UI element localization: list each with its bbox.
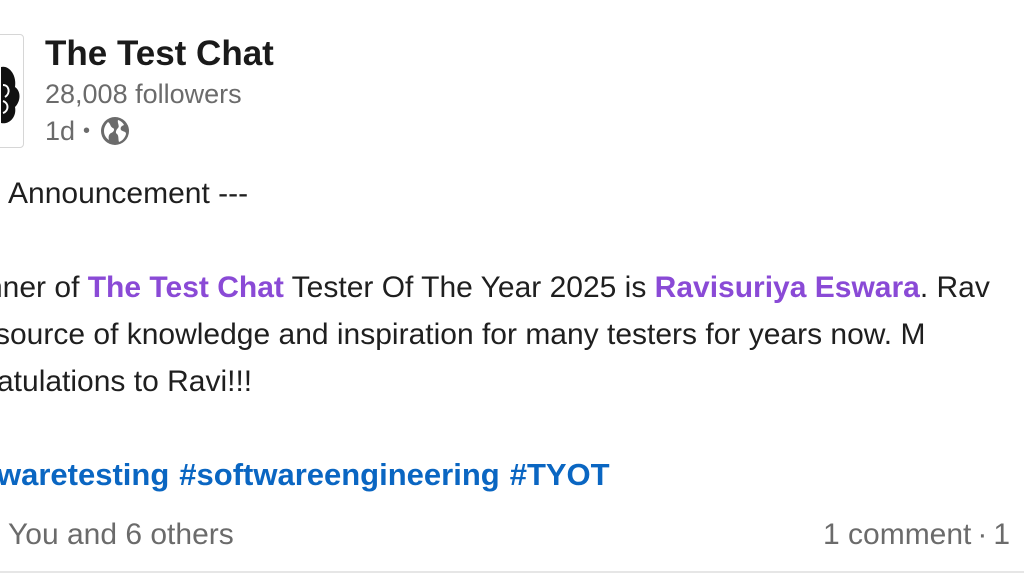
hashtag-link[interactable]: waretesting bbox=[0, 457, 169, 492]
globe-icon bbox=[99, 115, 131, 147]
post-text-line: atulations to Ravi!!! bbox=[0, 365, 253, 398]
social-counts: 1 comment · 1 bbox=[823, 517, 1010, 553]
follower-count: 28,008 followers bbox=[45, 79, 242, 109]
post-text-fragment: . Rav bbox=[919, 271, 990, 304]
reposts-count[interactable]: 1 bbox=[993, 518, 1010, 551]
post-text-fragment: nner of bbox=[0, 271, 80, 304]
post-text-line: Announcement --- bbox=[8, 177, 249, 210]
post-meta: 1d • bbox=[45, 114, 131, 148]
divider bbox=[0, 571, 1024, 573]
counts-separator: · bbox=[977, 518, 988, 551]
hashtag-list: waretesting #softwareengineering #TYOT bbox=[0, 456, 620, 494]
reactions-count[interactable]: You and 6 others bbox=[8, 517, 234, 553]
post-time: 1d bbox=[45, 115, 76, 146]
author-name[interactable]: The Test Chat bbox=[45, 33, 274, 75]
comments-count[interactable]: 1 comment bbox=[823, 518, 971, 551]
hashtag-link[interactable]: #softwareengineering bbox=[179, 457, 499, 492]
post-text-line: nner of The Test Chat Tester Of The Year… bbox=[0, 270, 990, 306]
meta-separator: • bbox=[83, 119, 91, 142]
mention-link-person[interactable]: Ravisuriya Eswara bbox=[655, 271, 920, 304]
post-text-line: source of knowledge and inspiration for … bbox=[0, 318, 926, 351]
company-avatar[interactable] bbox=[0, 34, 24, 148]
mention-link-company[interactable]: The Test Chat bbox=[88, 271, 284, 304]
post-text-fragment: Tester Of The Year 2025 is bbox=[283, 271, 655, 304]
avatar-logo-icon bbox=[1, 66, 20, 124]
hashtag-link[interactable]: #TYOT bbox=[510, 457, 610, 492]
post-card: The Test Chat 28,008 followers 1d • Anno… bbox=[0, 0, 1024, 576]
